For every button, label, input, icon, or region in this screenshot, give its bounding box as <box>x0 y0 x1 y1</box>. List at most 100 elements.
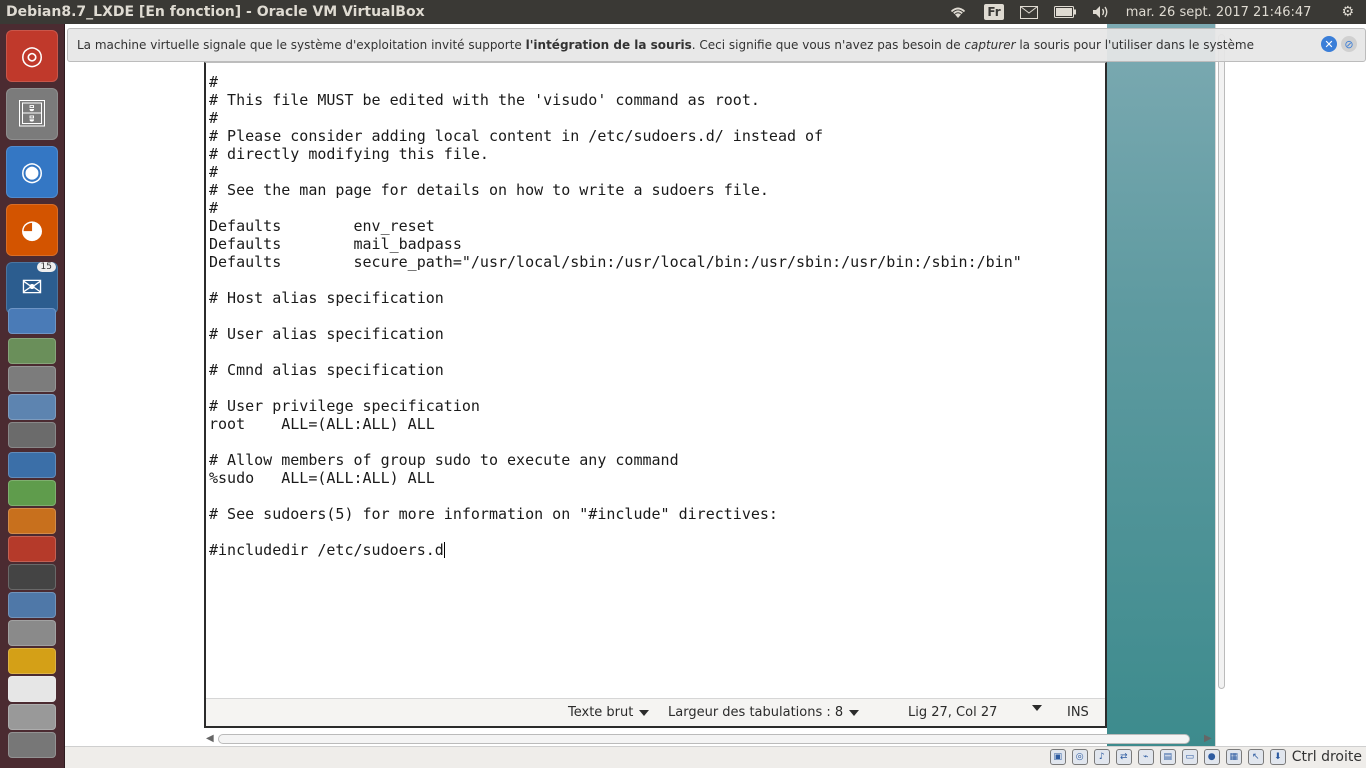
code-line: # <box>209 163 219 181</box>
app-icon-8[interactable] <box>8 536 56 562</box>
battery-icon[interactable] <box>1053 0 1076 24</box>
code-line: %sudo ALL=(ALL:ALL) ALL <box>209 469 435 487</box>
code-line: # See sudoers(5) for more information on… <box>209 505 778 523</box>
horizontal-scrollbar[interactable]: ◀ ▶ <box>204 732 1226 746</box>
mail-icon[interactable] <box>1019 0 1038 24</box>
code-line: # Allow members of group sudo to execute… <box>209 451 679 469</box>
code-line: Defaults mail_badpass <box>209 235 462 253</box>
app-icon-10[interactable] <box>8 592 56 618</box>
code-line: # Cmnd alias specification <box>209 361 444 379</box>
code-line: # User alias specification <box>209 325 444 343</box>
host-key-arrow-icon[interactable]: ⬇ <box>1269 749 1286 765</box>
mouse-integration-notification: La machine virtuelle signale que le syst… <box>67 28 1366 62</box>
app-icon-11[interactable] <box>8 620 56 646</box>
virtualbox-device-icons: ▣ ◎ ♪ ⇄ ⌁ ▤ ▭ ● ▦ ↖ ⬇ Ctrl droite <box>1049 749 1366 765</box>
position-menu-button[interactable] <box>1026 705 1042 711</box>
vertical-scrollbar-thumb[interactable] <box>1218 34 1225 689</box>
notification-message: La machine virtuelle signale que le syst… <box>77 38 1254 52</box>
app-icon-14[interactable] <box>8 704 56 730</box>
chevron-down-icon <box>1032 705 1042 711</box>
chevron-down-icon <box>849 709 860 716</box>
scroll-left-icon[interactable]: ◀ <box>206 733 214 744</box>
chromium-icon[interactable]: ◉ <box>6 146 58 198</box>
app-icon-13[interactable] <box>8 676 56 702</box>
code-line: # <box>209 109 219 127</box>
app-icon-2[interactable] <box>8 366 56 392</box>
cursor-position: Lig 27, Col 27 <box>908 705 998 720</box>
insert-mode-indicator: INS <box>1067 705 1089 720</box>
scroll-right-icon[interactable]: ▶ <box>1204 733 1212 744</box>
chevron-down-icon <box>639 709 650 716</box>
editor-text-area[interactable]: # # This file MUST be edited with the 'vi… <box>209 73 1022 559</box>
host-top-panel: Debian8.7_LXDE [En fonction] - Oracle VM… <box>0 0 1366 24</box>
syntax-selector[interactable]: Texte brut <box>568 705 650 720</box>
virtualbox-status-bar: ▣ ◎ ♪ ⇄ ⌁ ▤ ▭ ● ▦ ↖ ⬇ Ctrl droite <box>65 746 1366 768</box>
unread-badge: 15 <box>36 262 56 272</box>
editor-status-bar: Texte brut Largeur des tabulations : 8 L… <box>206 698 1105 726</box>
ubuntu-dash-icon[interactable]: ◎ <box>6 30 58 82</box>
code-line: # See the man page for details on how to… <box>209 181 769 199</box>
gear-icon[interactable]: ⚙ <box>1341 0 1354 24</box>
code-line: Defaults env_reset <box>209 217 435 235</box>
app-icon-12[interactable] <box>8 648 56 674</box>
audio-icon[interactable]: ♪ <box>1093 749 1110 765</box>
code-line: Defaults secure_path="/usr/local/sbin:/u… <box>209 253 1022 271</box>
code-line: root ALL=(ALL:ALL) ALL <box>209 415 435 433</box>
app-icon-4[interactable] <box>8 422 56 448</box>
app-icon-3[interactable] <box>8 394 56 420</box>
tab-width-selector[interactable]: Largeur des tabulations : 8 <box>668 705 860 720</box>
launcher: ◎ 🗄 ◉ ◕ ✉ 15 <box>0 24 65 768</box>
app-icon-5[interactable] <box>8 452 56 478</box>
code-line: # <box>209 199 219 217</box>
firefox-icon[interactable]: ◕ <box>6 204 58 256</box>
code-line-text: #includedir /etc/sudoers.d <box>209 541 444 559</box>
wifi-icon[interactable] <box>948 0 968 24</box>
close-icon[interactable]: ✕ <box>1321 36 1337 52</box>
vm-right-gutter <box>1215 24 1366 746</box>
notification-buttons: ✕ ⊘ <box>1321 36 1357 52</box>
app-icon-7[interactable] <box>8 508 56 534</box>
video-capture-icon[interactable]: ● <box>1203 749 1220 765</box>
host-key-label: Ctrl droite <box>1291 749 1362 765</box>
app-icon-1[interactable] <box>8 338 56 364</box>
vertical-scrollbar[interactable] <box>1216 24 1228 736</box>
code-line: # Please consider adding local content i… <box>209 127 824 145</box>
app-icon-6[interactable] <box>8 480 56 506</box>
keyboard-layout-indicator[interactable]: Fr <box>984 0 1004 24</box>
code-line-last: #includedir /etc/sudoers.d <box>209 541 1022 559</box>
display-icon[interactable]: ▭ <box>1181 749 1198 765</box>
window-title: Debian8.7_LXDE [En fonction] - Oracle VM… <box>6 4 425 20</box>
hard-disk-icon[interactable]: ▣ <box>1049 749 1066 765</box>
horizontal-scrollbar-thumb[interactable] <box>218 734 1190 744</box>
code-line: # This file MUST be edited with the 'vis… <box>209 91 760 109</box>
guest-desktop-background <box>1107 24 1215 746</box>
code-line: # User privilege specification <box>209 397 480 415</box>
text-cursor <box>443 542 445 558</box>
thunderbird-icon[interactable]: ✉ 15 <box>6 262 58 314</box>
shared-folder-icon[interactable]: ▤ <box>1159 749 1176 765</box>
system-tray: Fr mar. 26 sept. 2017 21:46:47 ⚙ <box>940 0 1366 24</box>
network-icon[interactable]: ⇄ <box>1115 749 1132 765</box>
cpu-icon[interactable]: ▦ <box>1225 749 1242 765</box>
trash-icon[interactable] <box>8 732 56 758</box>
usb-icon[interactable]: ⌁ <box>1137 749 1154 765</box>
files-icon[interactable]: 🗄 <box>6 88 58 140</box>
clock[interactable]: mar. 26 sept. 2017 21:46:47 <box>1126 0 1312 24</box>
optical-drive-icon[interactable]: ◎ <box>1071 749 1088 765</box>
mouse-integration-icon[interactable]: ↖ <box>1247 749 1264 765</box>
app-icon-9[interactable] <box>8 564 56 590</box>
virtualbox-vm-icon[interactable] <box>8 308 56 334</box>
code-line: # directly modifying this file. <box>209 145 489 163</box>
code-line: # Host alias specification <box>209 289 444 307</box>
mouse-capture-icon[interactable]: ⊘ <box>1341 36 1357 52</box>
volume-icon[interactable] <box>1092 0 1110 24</box>
code-line: # <box>209 73 219 91</box>
text-editor-window[interactable]: # # This file MUST be edited with the 'vi… <box>204 62 1107 728</box>
